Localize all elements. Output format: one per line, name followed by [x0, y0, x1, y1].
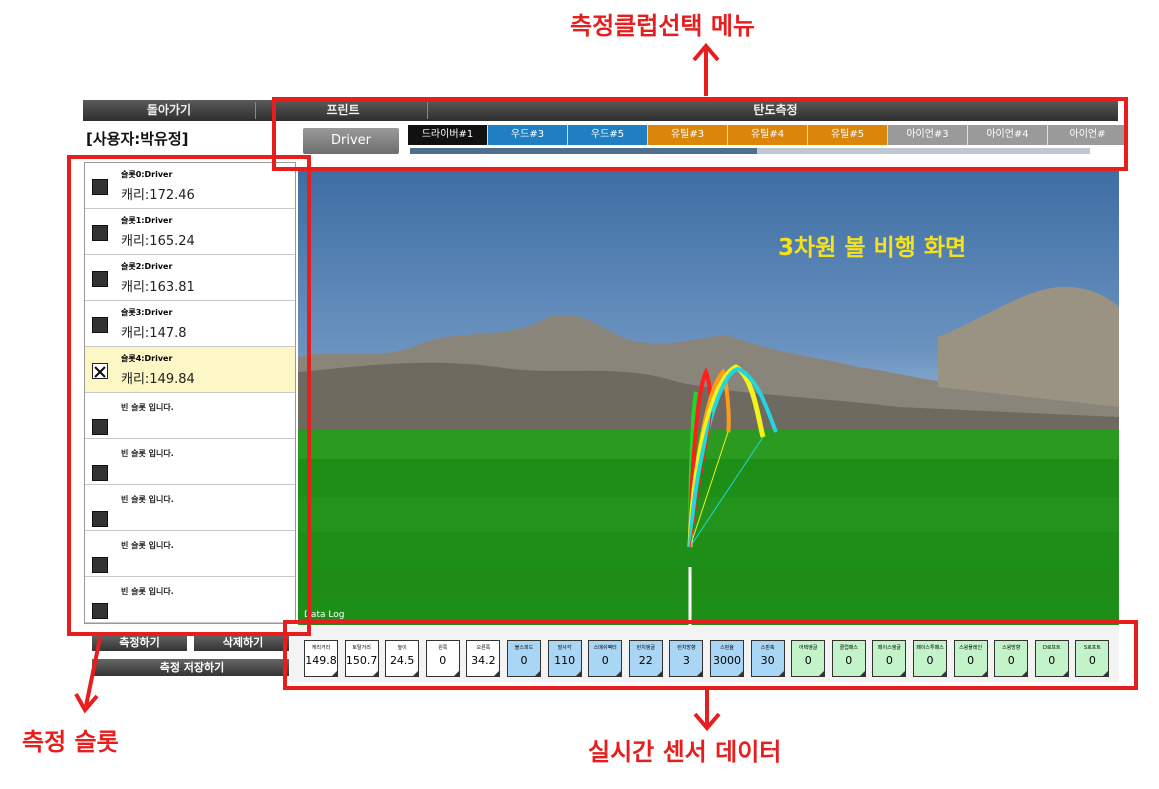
annotation-3d-view: 3차원 볼 비행 화면	[778, 235, 967, 261]
user-label: [사용자:박유정]	[86, 130, 189, 148]
annotation-slots: 측정 슬롯	[22, 728, 119, 756]
scene-illustration	[298, 286, 1119, 625]
delete-button[interactable]: 삭제하기	[194, 634, 292, 651]
ball-flight-3d-view[interactable]	[298, 167, 1119, 625]
back-button[interactable]: 돌아가기	[83, 100, 255, 121]
annotation-arrow-slots	[74, 637, 102, 714]
annotation-arrow-up	[692, 42, 720, 96]
annotation-box-club-menu	[272, 97, 1128, 171]
annotation-club-menu: 측정클럽선택 메뉴	[570, 12, 755, 40]
annotation-sensor: 실시간 센서 데이터	[588, 738, 782, 766]
annotation-arrow-sensor	[693, 690, 721, 732]
annotation-box-slots	[67, 155, 311, 636]
save-measurement-button[interactable]: 측정 저장하기	[92, 659, 292, 676]
annotation-box-sensor	[283, 620, 1138, 690]
nav-separator	[255, 102, 256, 119]
